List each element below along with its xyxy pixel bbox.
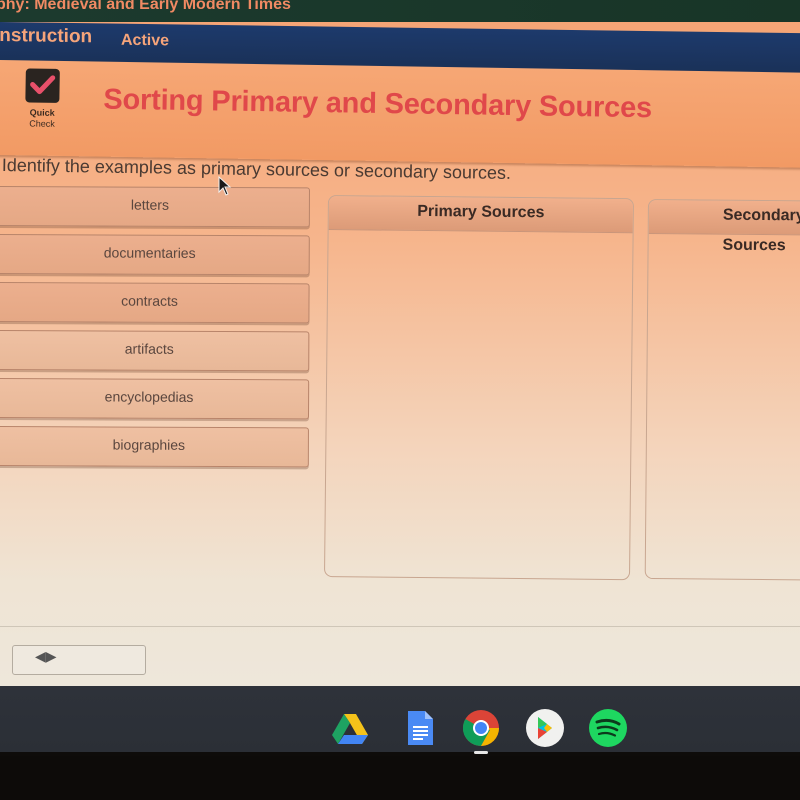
draggable-item-artifacts[interactable]: artifacts xyxy=(0,329,310,372)
chrome-icon[interactable] xyxy=(461,708,501,748)
footer-divider xyxy=(0,626,800,627)
course-title-bar: phy: Medieval and Early Modern Times xyxy=(0,0,800,22)
monitor-bezel xyxy=(0,756,800,800)
play-store-icon[interactable] xyxy=(525,708,565,748)
drive-icon[interactable] xyxy=(330,708,370,748)
drop-zone-primary-header: Primary Sources xyxy=(328,196,633,234)
chrome-running-indicator xyxy=(474,751,488,754)
draggable-item-encyclopedias[interactable]: encyclopedias xyxy=(0,377,310,420)
quick-check-label-line2: Check xyxy=(29,118,55,129)
drop-zone-secondary-sources[interactable]: Secondary Sources xyxy=(644,199,800,581)
browser-viewport: phy: Medieval and Early Modern Times Ins… xyxy=(0,0,800,686)
draggable-item-letters[interactable]: letters xyxy=(0,186,310,228)
tab-active[interactable]: Active xyxy=(121,32,169,51)
page-title: Sorting Primary and Secondary Sources xyxy=(103,83,653,125)
draggable-items-list: letters documentaries contracts artifact… xyxy=(0,186,310,475)
drop-zone-secondary-header: Secondary Sources xyxy=(648,200,800,254)
taskbar-shelf xyxy=(0,686,800,752)
draggable-item-documentaries[interactable]: documentaries xyxy=(0,233,310,276)
previous-arrow-icon: ◀▶ xyxy=(35,648,57,664)
draggable-item-biographies[interactable]: biographies xyxy=(0,425,309,468)
draggable-item-contracts[interactable]: contracts xyxy=(0,281,310,324)
quick-check-checkmark-icon xyxy=(25,68,60,103)
activity-header: Quick Check Sorting Primary and Secondar… xyxy=(0,60,800,168)
quick-check-label: Quick Check xyxy=(17,107,67,130)
previous-button[interactable]: ◀▶ xyxy=(12,645,146,675)
quick-check-label-line1: Quick xyxy=(29,107,55,118)
mouse-cursor-icon xyxy=(218,175,232,201)
docs-icon[interactable] xyxy=(400,708,440,748)
drop-zone-primary-sources[interactable]: Primary Sources xyxy=(323,195,634,581)
spotify-icon[interactable] xyxy=(588,708,628,748)
tab-instruction[interactable]: Instruction xyxy=(0,25,92,48)
course-title: phy: Medieval and Early Modern Times xyxy=(0,0,291,13)
